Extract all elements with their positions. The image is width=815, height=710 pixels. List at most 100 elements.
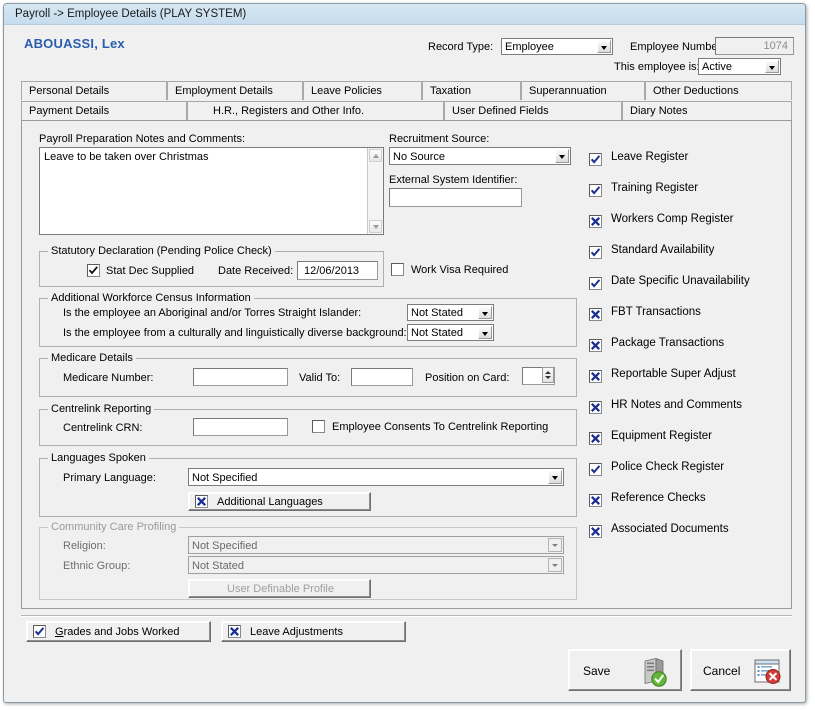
external-system-identifier-field[interactable] xyxy=(389,188,522,207)
medicare-number-field[interactable] xyxy=(193,368,288,386)
x-mark-icon[interactable] xyxy=(589,525,602,538)
religion-value: Not Specified xyxy=(192,540,258,552)
primary-language-select[interactable]: Not Specified xyxy=(188,468,564,486)
additional-languages-button[interactable]: Additional Languages xyxy=(188,492,371,511)
chevron-down-icon[interactable] xyxy=(548,470,562,484)
notes-scrollbar[interactable] xyxy=(367,148,383,234)
recruitment-source-select[interactable]: No Source xyxy=(389,147,571,165)
tab-label: Personal Details xyxy=(29,85,110,97)
payroll-notes-textarea[interactable]: Leave to be taken over Christmas xyxy=(39,147,384,235)
workforce-census-title: Additional Workforce Census Information xyxy=(48,292,254,304)
religion-label: Religion: xyxy=(63,540,106,552)
tab-label: Superannuation xyxy=(529,85,607,97)
position-on-card-label: Position on Card: xyxy=(425,372,510,384)
tab-content-panel: Payroll Preparation Notes and Comments: … xyxy=(21,120,792,609)
register-label: Associated Documents xyxy=(611,523,729,535)
cald-status-select[interactable]: Not Stated xyxy=(407,324,494,341)
tab-superannuation[interactable]: Superannuation xyxy=(521,81,645,100)
work-visa-required-checkbox[interactable] xyxy=(391,263,404,276)
x-mark-icon xyxy=(228,625,241,638)
position-on-card-stepper[interactable] xyxy=(542,367,554,383)
x-mark-icon[interactable] xyxy=(589,432,602,445)
register-label: Equipment Register xyxy=(611,430,712,442)
chevron-down-icon xyxy=(548,558,562,572)
scroll-down-icon[interactable] xyxy=(369,220,382,233)
grades-and-jobs-worked-button[interactable]: Grades and Jobs Worked xyxy=(26,621,211,642)
tab-employment-details[interactable]: Employment Details xyxy=(167,81,303,100)
tab-personal-details[interactable]: Personal Details xyxy=(21,81,167,100)
statutory-declaration-title: Statutory Declaration (Pending Police Ch… xyxy=(48,245,275,257)
employee-number-field: 1074 xyxy=(715,37,794,55)
religion-select: Not Specified xyxy=(188,536,564,554)
window-titlebar: Payroll -> Employee Details (PLAY SYSTEM… xyxy=(4,4,805,25)
cancel-button[interactable]: Cancel xyxy=(690,649,791,691)
checkmark-icon[interactable] xyxy=(589,153,602,166)
chevron-down-icon xyxy=(548,538,562,552)
stepper-down-icon[interactable] xyxy=(545,376,551,379)
record-type-label: Record Type: xyxy=(428,41,494,53)
grades-and-jobs-worked-label: Grades and Jobs Worked xyxy=(55,626,180,638)
tab-label: Leave Policies xyxy=(311,85,382,97)
x-mark-icon[interactable] xyxy=(589,308,602,321)
medicare-valid-to-field[interactable] xyxy=(351,368,413,386)
chevron-down-icon[interactable] xyxy=(765,60,779,73)
x-mark-icon[interactable] xyxy=(589,370,602,383)
tab-payment-details[interactable]: Payment Details xyxy=(21,101,187,120)
community-care-profiling-group: Community Care Profiling Religion: Not S… xyxy=(39,521,577,600)
tab-label: Diary Notes xyxy=(630,105,688,117)
stepper-up-icon[interactable] xyxy=(545,371,551,374)
stat-dec-supplied-checkbox[interactable] xyxy=(87,264,100,277)
notes-label: Payroll Preparation Notes and Comments: xyxy=(39,133,246,145)
cancel-icon xyxy=(753,657,781,688)
record-type-value: Employee xyxy=(505,41,554,53)
employee-name: ABOUASSI, Lex xyxy=(24,36,125,51)
record-type-select[interactable]: Employee xyxy=(501,38,613,55)
stat-dec-supplied-label: Stat Dec Supplied xyxy=(106,265,195,277)
register-label: Package Transactions xyxy=(611,337,725,349)
tab-user-defined-fields[interactable]: User Defined Fields xyxy=(444,101,622,120)
save-button[interactable]: Save xyxy=(568,649,682,691)
checkmark-icon[interactable] xyxy=(589,463,602,476)
employee-status-select[interactable]: Active xyxy=(698,58,781,75)
date-received-field[interactable]: 12/06/2013 xyxy=(297,261,378,280)
x-mark-icon xyxy=(195,495,208,508)
primary-language-value: Not Specified xyxy=(192,472,258,484)
leave-adjustments-button[interactable]: Leave Adjustments xyxy=(221,621,406,642)
community-care-profiling-title: Community Care Profiling xyxy=(48,521,180,533)
checkmark-icon[interactable] xyxy=(589,277,602,290)
medicare-valid-to-label: Valid To: xyxy=(299,372,341,384)
tab-taxation[interactable]: Taxation xyxy=(422,81,521,100)
x-mark-icon[interactable] xyxy=(589,494,602,507)
chevron-down-icon[interactable] xyxy=(597,40,611,53)
work-visa-required-label: Work Visa Required xyxy=(411,264,509,276)
save-button-label: Save xyxy=(583,664,611,678)
employee-number-label: Employee Number: xyxy=(630,41,725,53)
register-label: FBT Transactions xyxy=(611,306,701,318)
date-received-value: 12/06/2013 xyxy=(304,265,360,277)
user-definable-profile-button: User Definable Profile xyxy=(188,579,371,598)
chevron-down-icon[interactable] xyxy=(555,149,569,163)
scroll-up-icon[interactable] xyxy=(369,149,382,162)
x-mark-icon[interactable] xyxy=(589,401,602,414)
primary-language-label: Primary Language: xyxy=(63,472,156,484)
tab-diary-notes[interactable]: Diary Notes xyxy=(622,101,792,120)
x-mark-icon[interactable] xyxy=(589,215,602,228)
tab-other-deductions[interactable]: Other Deductions xyxy=(645,81,792,100)
centrelink-consent-checkbox[interactable] xyxy=(312,420,325,433)
tab-leave-policies[interactable]: Leave Policies xyxy=(303,81,422,100)
ethnic-group-select: Not Stated xyxy=(188,556,564,574)
window-title: Payroll -> Employee Details (PLAY SYSTEM… xyxy=(15,8,247,20)
register-label: Standard Availability xyxy=(611,244,715,256)
centrelink-crn-label: Centrelink CRN: xyxy=(63,422,143,434)
register-label: Police Check Register xyxy=(611,461,725,473)
x-mark-icon[interactable] xyxy=(589,339,602,352)
aboriginal-status-select[interactable]: Not Stated xyxy=(407,304,494,321)
tab-hr-registers-and-other-info[interactable]: H.R., Registers and Other Info. xyxy=(187,101,444,120)
chevron-down-icon[interactable] xyxy=(478,326,492,339)
chevron-down-icon[interactable] xyxy=(478,306,492,319)
centrelink-reporting-group: Centrelink Reporting Centrelink CRN: Emp… xyxy=(39,403,577,446)
checkmark-icon[interactable] xyxy=(589,184,602,197)
ethnic-group-value: Not Stated xyxy=(192,560,244,572)
centrelink-crn-field[interactable] xyxy=(193,418,288,436)
checkmark-icon[interactable] xyxy=(589,246,602,259)
